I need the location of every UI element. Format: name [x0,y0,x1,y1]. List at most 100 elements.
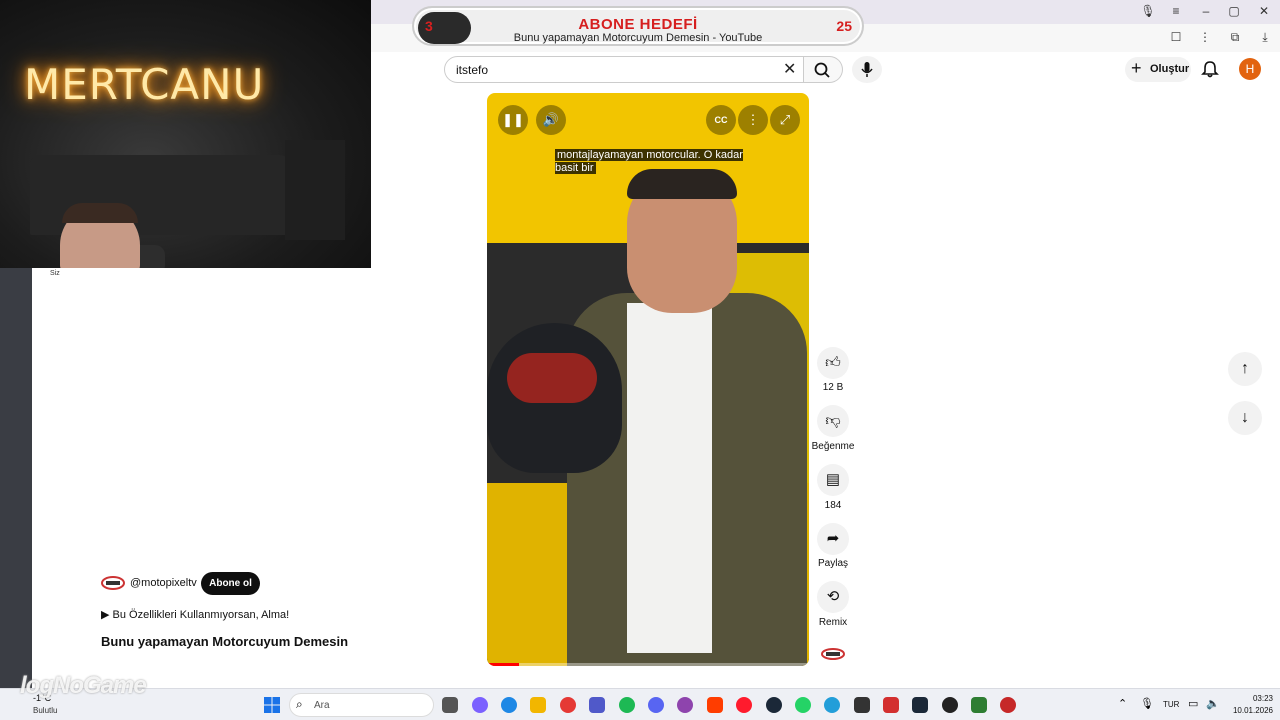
game-launcher-icon[interactable] [854,697,870,713]
clock-date[interactable]: 10.01.2026 [1225,706,1273,715]
pause-icon[interactable]: ❚❚ [498,105,528,135]
arrow-up-icon: ↑ [1241,360,1249,377]
goal-target: 25 [836,18,852,34]
captions-icon[interactable]: CC [706,105,736,135]
mic-status-icon[interactable]: 🎙 [1138,4,1158,18]
video-caption: montajlayamayan motorcular. O kadar basi… [555,149,745,175]
input-language[interactable]: TUR [1163,700,1179,709]
recorder-icon[interactable] [883,697,899,713]
like-button[interactable]: 👍︎ [817,347,849,379]
left-page-area [32,268,371,688]
streamer-neon-name: MERTCANU [24,60,265,109]
plus-icon: + [1131,58,1142,78]
minimize-icon[interactable]: – [1196,4,1216,18]
chrome-icon[interactable] [560,697,576,713]
channel-sound-icon[interactable] [821,646,845,662]
telegram-icon[interactable] [824,697,840,713]
comments-button[interactable]: ▤ [817,464,849,496]
helmet-stripe [507,353,597,403]
steam-icon[interactable] [766,697,782,713]
download-icon[interactable]: ⤓ [1255,30,1275,45]
watermark-logo: logNoGame [20,672,147,699]
create-label: Oluştur [1150,63,1190,75]
create-button[interactable]: + Oluştur [1125,57,1191,82]
share-button[interactable]: ➦ [817,523,849,555]
avatar[interactable]: H [1239,58,1261,80]
previous-video-button[interactable]: ↑ [1228,352,1262,386]
windows-taskbar: -1°C Bulutlu ⌕ Ara ⌃ 🎙 TUR ▭ 🔈 03:23 10.… [0,688,1280,720]
search-icon [814,62,830,78]
more-options-icon[interactable]: ⋮ [738,105,768,135]
app-icon[interactable] [1000,697,1016,713]
steam-app-icon[interactable] [912,697,928,713]
share-icon: ➦ [826,530,840,547]
arrow-down-icon: ↓ [1241,409,1249,426]
voice-search-button[interactable] [852,56,882,83]
shelf-shape [285,140,345,240]
clock-time[interactable]: 03:23 [1233,694,1273,703]
next-video-button[interactable]: ↓ [1228,401,1262,435]
obs-icon[interactable] [942,697,958,713]
video-title[interactable]: Bunu yapamayan Motorcuyum Demesin [101,634,348,649]
copilot-icon[interactable] [472,697,488,713]
shorts-video-player[interactable]: montajlayamayan motorcular. O kadar basi… [487,93,809,666]
windows-start-icon[interactable] [263,696,281,714]
search-input[interactable]: itstefo [444,56,804,83]
thumbs-up-icon: 👍︎ [825,354,841,371]
speaker-icon[interactable]: 🔈 [1206,697,1220,710]
man-shirt [627,303,712,653]
subscribe-button[interactable]: Abone ol [201,572,260,595]
comment-icon: ▤ [825,471,841,488]
edge-icon[interactable] [501,697,517,713]
tab-title: Bunu yapamayan Motorcuyum Demesin - YouT… [513,32,763,44]
subscriber-goal-bar: 3 ABONE HEDEFİ Bunu yapamayan Motorcuyum… [412,6,864,46]
thumbs-down-icon: 👎︎ [825,412,841,429]
dislike-label: Beğenme [811,441,855,452]
bookmark-icon[interactable]: ☐ [1166,30,1186,44]
search-button[interactable] [804,56,843,83]
video-progress-bar[interactable] [487,663,809,666]
remix-button[interactable]: ⟲ [817,581,849,613]
network-icon[interactable]: ▭ [1188,697,1198,710]
share-label: Paylaş [817,558,848,569]
extensions-icon[interactable]: ⧉ [1225,30,1245,45]
weather-description[interactable]: Bulutlu [33,706,57,715]
terminal-icon[interactable] [971,697,987,713]
taskbar-search-placeholder: Ara [314,700,330,711]
dislike-button[interactable]: 👎︎ [817,405,849,437]
twitch-icon[interactable] [677,697,693,713]
close-window-icon[interactable]: ✕ [1254,4,1274,18]
volume-icon[interactable]: 🔊 [536,105,566,135]
webcam-overlay: MERTCANU [0,0,371,268]
remix-icon: ⟲ [826,588,840,605]
comments-count: 184 [824,500,842,511]
yandex-icon[interactable] [707,697,723,713]
tray-expand-icon[interactable]: ⌃ [1118,697,1127,710]
whatsapp-icon[interactable] [795,697,811,713]
clear-search-icon[interactable]: ✕ [783,59,796,79]
spotify-icon[interactable] [619,697,635,713]
like-count: 12 B [822,382,844,393]
caption-text: montajlayamayan motorcular. O kadar basi… [555,149,743,174]
cam-label: Siz [50,270,60,277]
taskbar-search-input[interactable]: ⌕ Ara [289,693,434,717]
opera-icon[interactable] [736,697,752,713]
taskbar-search-icon: ⌕ [296,697,303,711]
notifications-bell-icon[interactable] [1200,59,1220,79]
fullscreen-icon[interactable]: ⤢ [770,105,800,135]
channel-logo-icon[interactable] [101,574,125,592]
left-edge-panel [0,268,32,688]
streamer-hair [62,203,138,223]
more-icon[interactable]: ⋮ [1195,30,1215,44]
discord-icon[interactable] [648,697,664,713]
channel-handle[interactable]: @motopixeltv [130,577,197,589]
related-video-link[interactable]: ▶ Bu Özellikleri Kullanmıyorsan, Alma! [101,608,289,621]
tray-mic-icon[interactable]: 🎙 [1140,697,1154,710]
menu-icon[interactable]: ≡ [1166,4,1186,18]
microphone-icon [861,62,873,77]
file-explorer-icon[interactable] [530,697,546,713]
maximize-icon[interactable]: ▢ [1224,4,1244,18]
goal-title: ABONE HEDEFİ [578,16,698,33]
task-view-icon[interactable] [442,697,458,713]
teams-icon[interactable] [589,697,605,713]
